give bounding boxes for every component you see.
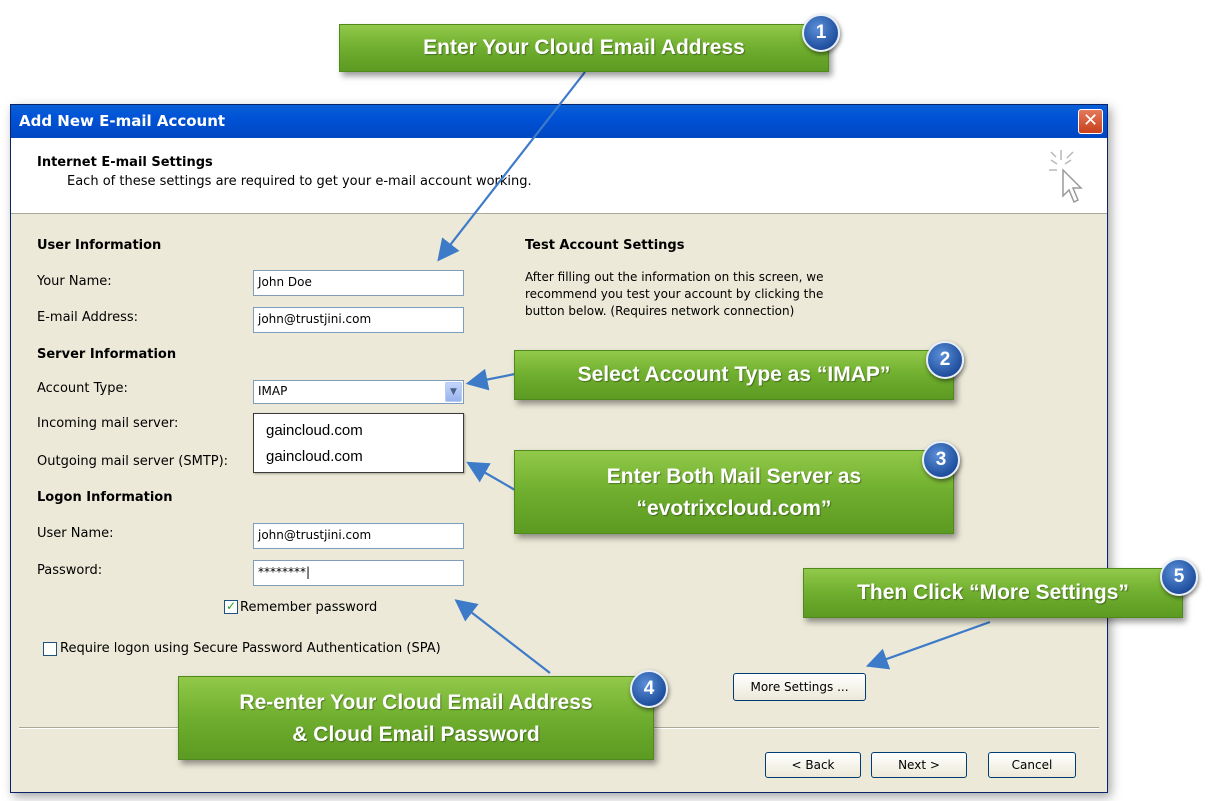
- close-button[interactable]: ✕: [1078, 109, 1103, 134]
- remember-password-checkbox[interactable]: ✓: [224, 599, 238, 614]
- callout-4: Re-enter Your Cloud Email Address & Clou…: [178, 676, 654, 760]
- callout-4-line-2: & Cloud Email Password: [292, 723, 540, 746]
- mail-server-fields: gaincloud.com gaincloud.com: [253, 413, 464, 473]
- user-name-label: User Name:: [37, 526, 114, 541]
- test-settings-line-2: recommend you test your account by click…: [525, 287, 824, 301]
- next-button[interactable]: Next >: [871, 752, 967, 778]
- remember-password-label: Remember password: [240, 600, 378, 615]
- cancel-button[interactable]: Cancel: [988, 752, 1076, 778]
- window-title: Add New E-mail Account: [19, 112, 226, 130]
- callout-4-line-1: Re-enter Your Cloud Email Address: [239, 691, 593, 714]
- callout-3-line-2: “evotrixcloud.com”: [636, 497, 832, 520]
- email-address-input[interactable]: john@trustjini.com: [253, 307, 464, 333]
- server-info-heading: Server Information: [37, 347, 177, 362]
- account-type-select[interactable]: IMAP ▼: [253, 380, 464, 404]
- spa-checkbox[interactable]: [43, 642, 57, 656]
- header-title: Internet E-mail Settings: [37, 155, 213, 170]
- password-label: Password:: [37, 563, 103, 578]
- account-type-label: Account Type:: [37, 381, 128, 396]
- test-settings-heading: Test Account Settings: [525, 238, 685, 253]
- your-name-input[interactable]: John Doe: [253, 270, 464, 296]
- your-name-label: Your Name:: [37, 274, 112, 289]
- test-settings-line-3: button below. (Requires network connecti…: [525, 304, 795, 318]
- step-badge-3: 3: [922, 441, 960, 479]
- callout-1: Enter Your Cloud Email Address: [339, 24, 829, 72]
- outgoing-server-label: Outgoing mail server (SMTP):: [37, 454, 229, 469]
- step-badge-5: 5: [1160, 558, 1198, 596]
- back-button[interactable]: < Back: [765, 752, 861, 778]
- callout-5: Then Click “More Settings”: [803, 568, 1183, 618]
- email-address-label: E-mail Address:: [37, 310, 139, 325]
- step-badge-2: 2: [926, 341, 964, 379]
- title-bar[interactable]: Add New E-mail Account ✕: [11, 105, 1107, 138]
- callout-2: Select Account Type as “IMAP”: [514, 350, 954, 400]
- step-badge-4: 4: [630, 670, 668, 708]
- header-subtitle: Each of these settings are required to g…: [67, 174, 532, 189]
- callout-3: Enter Both Mail Server as “evotrixcloud.…: [514, 450, 954, 534]
- cursor-sparkle-icon: [1049, 150, 1083, 204]
- user-name-input[interactable]: john@trustjini.com: [253, 523, 464, 549]
- callout-3-line-1: Enter Both Mail Server as: [606, 465, 862, 488]
- outgoing-server-input[interactable]: gaincloud.com: [266, 448, 363, 465]
- checkmark-icon: ✓: [226, 599, 237, 613]
- logon-info-heading: Logon Information: [37, 490, 173, 505]
- user-info-heading: User Information: [37, 238, 162, 253]
- more-settings-button[interactable]: More Settings ...: [733, 673, 866, 701]
- incoming-server-input[interactable]: gaincloud.com: [266, 422, 363, 439]
- spa-label: Require logon using Secure Password Auth…: [60, 641, 441, 656]
- header-area: Internet E-mail Settings Each of these s…: [11, 138, 1107, 214]
- step-badge-1: 1: [802, 14, 840, 52]
- chevron-down-icon[interactable]: ▼: [445, 382, 462, 402]
- test-settings-line-1: After filling out the information on thi…: [525, 270, 824, 284]
- account-type-value: IMAP: [258, 384, 288, 398]
- incoming-server-label: Incoming mail server:: [37, 416, 179, 431]
- password-input[interactable]: ********|: [253, 560, 464, 586]
